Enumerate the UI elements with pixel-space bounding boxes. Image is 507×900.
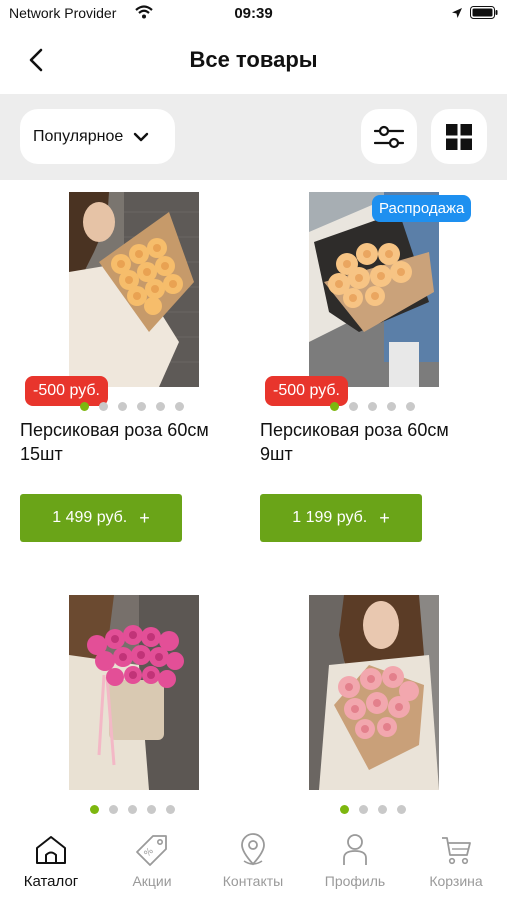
pagination-dot[interactable]: [156, 402, 165, 411]
home-icon: [34, 833, 68, 867]
pagination-dot[interactable]: [378, 805, 387, 814]
product-title-line: Персиковая роза 60см: [20, 420, 209, 440]
user-icon: [341, 833, 369, 867]
pagination-dot[interactable]: [406, 402, 415, 411]
product-photo[interactable]: [69, 192, 199, 387]
product-title-line: 9шт: [260, 444, 293, 464]
image-pagination-dots: [330, 402, 415, 411]
status-bar: Network Provider 09:39: [0, 0, 507, 28]
pagination-dot[interactable]: [175, 402, 184, 411]
pagination-dot[interactable]: [118, 402, 127, 411]
grid-view-button[interactable]: [431, 109, 487, 164]
tab-label: Каталог: [23, 873, 79, 890]
pagination-dot[interactable]: [137, 402, 146, 411]
svg-text:%: %: [143, 846, 156, 859]
product-photo[interactable]: [309, 595, 439, 790]
nav-bar: Все товары: [0, 28, 507, 94]
sort-label: Популярное: [33, 127, 124, 145]
battery-icon: [470, 6, 498, 24]
product-photo[interactable]: [69, 595, 199, 790]
pagination-dot[interactable]: [368, 402, 377, 411]
catalog-toolbar: Популярное: [0, 94, 507, 180]
image-pagination-dots: [340, 805, 406, 814]
plus-icon: +: [139, 507, 150, 528]
pagination-dot[interactable]: [166, 805, 175, 814]
tab-label: Корзина: [429, 873, 483, 889]
status-time: 09:39: [234, 5, 273, 22]
map-pin-icon: [238, 833, 268, 867]
tab-label: Контакты: [222, 873, 284, 889]
pagination-dot[interactable]: [128, 805, 137, 814]
add-to-cart-button[interactable]: 1 499 руб. +: [20, 494, 182, 542]
plus-icon: +: [379, 507, 390, 528]
grid-icon: [446, 123, 472, 150]
tab-label: Акции: [132, 873, 172, 889]
pagination-dot[interactable]: [99, 402, 108, 411]
tab-bar: Каталог % Акции Контакты Профиль Корзина: [0, 820, 507, 900]
filter-button[interactable]: [361, 109, 417, 164]
sale-badge: Распродажа: [372, 195, 472, 222]
pagination-dot[interactable]: [397, 805, 406, 814]
image-pagination-dots: [90, 805, 175, 814]
location-arrow-icon: [451, 6, 463, 24]
pagination-dot[interactable]: [330, 402, 339, 411]
price-label: 1 499 руб.: [52, 509, 128, 526]
tab-profile[interactable]: Профиль: [310, 820, 400, 900]
pagination-dot[interactable]: [359, 805, 368, 814]
product-title[interactable]: Персиковая роза 60см 9шт: [260, 418, 495, 466]
tab-contacts[interactable]: Контакты: [208, 820, 298, 900]
product-title[interactable]: Персиковая роза 60см 15шт: [20, 418, 255, 466]
tab-promotions[interactable]: % Акции: [107, 820, 197, 900]
chevron-down-icon: [133, 132, 149, 142]
tab-label: Профиль: [324, 873, 386, 889]
tab-catalog[interactable]: Каталог: [6, 820, 96, 900]
pagination-dot[interactable]: [90, 805, 99, 814]
tag-icon: %: [135, 833, 169, 867]
price-label: 1 199 руб.: [292, 509, 368, 526]
product-title-line: 15шт: [20, 444, 63, 464]
pagination-dot[interactable]: [387, 402, 396, 411]
pagination-dot[interactable]: [147, 805, 156, 814]
sort-dropdown[interactable]: Популярное: [20, 109, 175, 164]
cart-icon: [440, 833, 472, 867]
sliders-icon: [374, 125, 404, 148]
page-title: Все товары: [189, 47, 318, 72]
image-pagination-dots: [80, 402, 184, 411]
product-title-line: Персиковая роза 60см: [260, 420, 449, 440]
tab-cart[interactable]: Корзина: [411, 820, 501, 900]
pagination-dot[interactable]: [349, 402, 358, 411]
pagination-dot[interactable]: [109, 805, 118, 814]
add-to-cart-button[interactable]: 1 199 руб. +: [260, 494, 422, 542]
pagination-dot[interactable]: [340, 805, 349, 814]
pagination-dot[interactable]: [80, 402, 89, 411]
